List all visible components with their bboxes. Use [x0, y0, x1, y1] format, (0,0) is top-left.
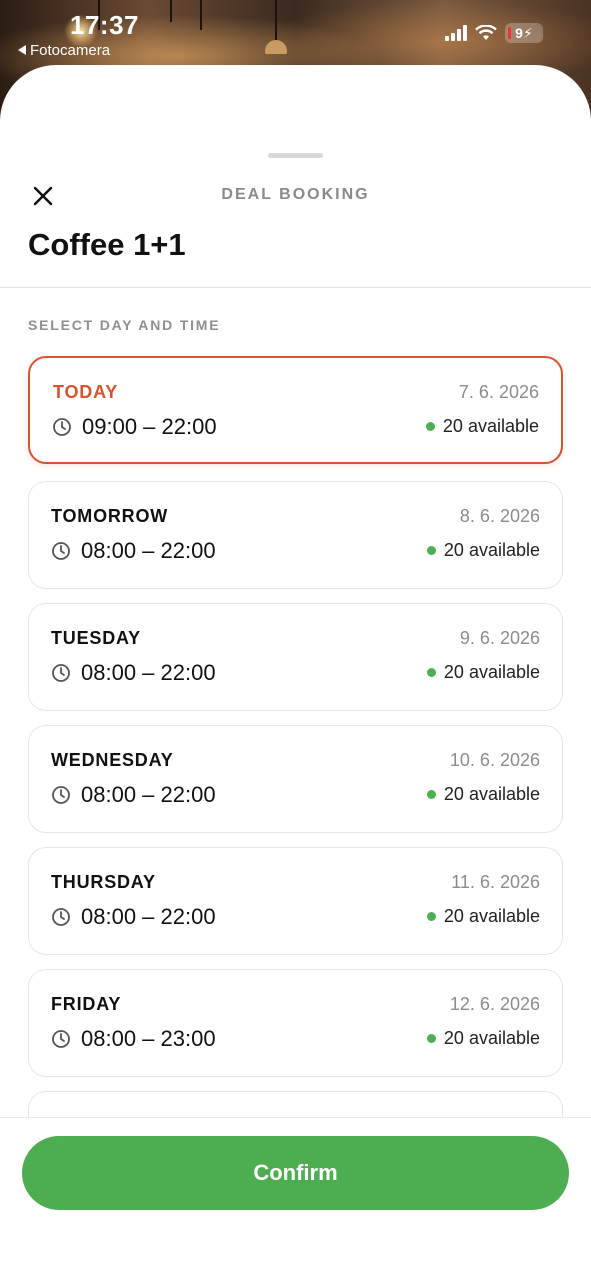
slot-date: 7. 6. 2026	[458, 382, 539, 402]
sheet-grabber[interactable]	[268, 153, 323, 158]
wifi-icon	[475, 25, 497, 41]
clock-icon	[52, 908, 70, 926]
slot-availability: 20 available	[426, 906, 540, 927]
slot-date: 9. 6. 2026	[459, 628, 540, 648]
availability-text: 20 available	[443, 906, 540, 926]
battery-level: 9	[515, 25, 523, 41]
time-slot-tomorrow[interactable]: TOMORROW 8. 6. 2026 08:00 – 22:00 20 ava…	[28, 481, 563, 589]
slot-availability: 20 available	[425, 416, 539, 437]
available-dot-icon	[426, 546, 436, 555]
status-time: 17:37	[70, 10, 139, 40]
slot-availability: 20 available	[426, 784, 540, 805]
header-divider	[0, 287, 591, 288]
back-to-app-link[interactable]: Fotocamera	[18, 42, 110, 59]
slot-day: THURSDAY	[51, 872, 156, 892]
availability-text: 20 available	[443, 1028, 540, 1048]
availability-text: 20 available	[443, 784, 540, 804]
clock-icon	[52, 786, 70, 804]
deal-name: Coffee 1+1	[28, 227, 186, 262]
back-app-label: Fotocamera	[30, 42, 111, 59]
confirm-button[interactable]: Confirm	[22, 1136, 569, 1210]
time-slot-tuesday[interactable]: TUESDAY 9. 6. 2026 08:00 – 22:00 20 avai…	[28, 603, 563, 711]
slot-hours: 08:00 – 22:00	[81, 538, 216, 563]
slot-date: 8. 6. 2026	[459, 506, 540, 526]
cellular-signal-icon	[445, 25, 467, 41]
slot-hours: 09:00 – 22:00	[82, 414, 217, 439]
back-arrow-icon	[18, 45, 26, 55]
availability-text: 20 available	[443, 662, 540, 682]
slot-date: 12. 6. 2026	[449, 994, 540, 1014]
status-bar: 17:37 Fotocamera 9 ⚡	[0, 0, 591, 64]
time-slot-friday[interactable]: FRIDAY 12. 6. 2026 08:00 – 23:00 20 avai…	[28, 969, 563, 1077]
slot-availability: 20 available	[426, 1028, 540, 1049]
slot-day: TODAY	[53, 382, 119, 402]
slot-availability: 20 available	[426, 540, 540, 561]
slot-day: TOMORROW	[51, 506, 169, 526]
slot-hours: 08:00 – 23:00	[81, 1026, 216, 1051]
clock-icon	[53, 418, 71, 436]
available-dot-icon	[426, 668, 436, 677]
available-dot-icon	[426, 1034, 436, 1043]
time-slot-thursday[interactable]: THURSDAY 11. 6. 2026 08:00 – 22:00 20 av…	[28, 847, 563, 955]
availability-text: 20 available	[442, 416, 539, 436]
slot-day: WEDNESDAY	[51, 750, 174, 770]
section-label: SELECT DAY AND TIME	[28, 317, 221, 333]
slot-hours: 08:00 – 22:00	[81, 660, 216, 685]
available-dot-icon	[425, 422, 435, 431]
booking-sheet: DEAL BOOKING Coffee 1+1 SELECT DAY AND T…	[0, 65, 591, 1280]
clock-icon	[52, 542, 70, 560]
available-dot-icon	[426, 790, 436, 799]
slot-day: TUESDAY	[51, 628, 141, 648]
slot-hours: 08:00 – 22:00	[81, 904, 216, 929]
slot-date: 11. 6. 2026	[451, 872, 540, 892]
time-slot-today[interactable]: TODAY 7. 6. 2026 09:00 – 22:00 20 availa…	[28, 356, 563, 464]
slot-day: FRIDAY	[51, 994, 122, 1014]
sheet-title: DEAL BOOKING	[221, 186, 370, 203]
available-dot-icon	[426, 912, 436, 921]
slot-hours: 08:00 – 22:00	[81, 782, 216, 807]
battery-icon: 9 ⚡	[505, 23, 543, 43]
clock-icon	[52, 664, 70, 682]
availability-text: 20 available	[443, 540, 540, 560]
slot-date: 10. 6. 2026	[449, 750, 540, 770]
slot-availability: 20 available	[426, 662, 540, 683]
clock-icon	[52, 1030, 70, 1048]
time-slot-wednesday[interactable]: WEDNESDAY 10. 6. 2026 08:00 – 22:00 20 a…	[28, 725, 563, 833]
